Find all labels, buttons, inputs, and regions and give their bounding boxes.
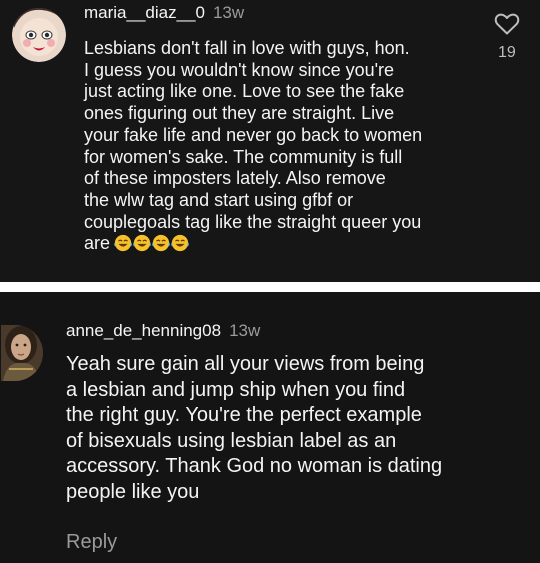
laughing-tears-emoji-icon [114,235,132,252]
username[interactable]: anne_de_henning08 [66,321,221,340]
emoji-group [114,234,190,258]
like-count: 19 [498,44,516,61]
laughing-tears-emoji-icon [152,235,170,252]
comment-header: anne_de_henning08 13w [66,321,260,341]
timestamp: 13w [212,3,245,22]
username[interactable]: maria__diaz__0 [84,3,205,22]
laughing-tears-emoji-icon [133,235,151,252]
laughing-tears-emoji-icon [171,235,189,252]
heart-outline-icon [494,13,520,35]
divider [0,282,540,292]
like-button[interactable] [494,12,520,36]
comment-header: maria__diaz__0 13w [84,3,244,23]
timestamp: 13w [229,321,261,340]
comment-body: Lesbians don't fall in love with guys, h… [84,38,423,254]
cartoon-face-avatar-image [12,8,66,62]
avatar[interactable] [12,8,66,62]
comment-text: Lesbians don't fall in love with guys, h… [84,38,484,258]
reply-button[interactable]: Reply [66,531,117,554]
comment-text: Yeah sure gain all your views from being… [66,353,443,503]
